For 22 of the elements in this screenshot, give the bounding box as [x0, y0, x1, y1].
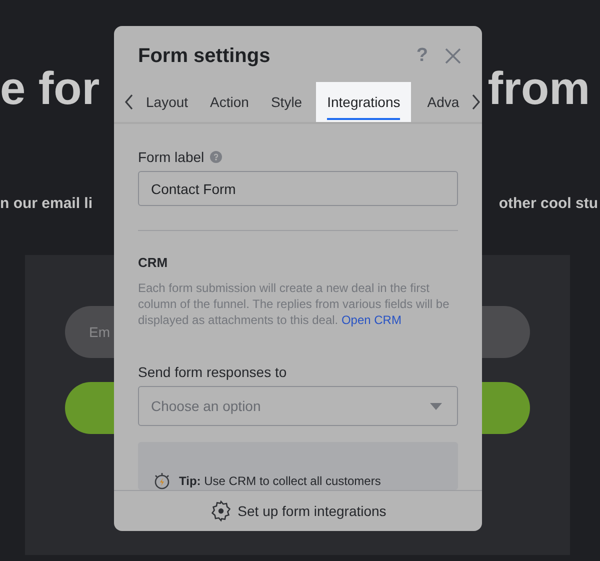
gear-icon [210, 500, 232, 522]
crm-description: Each form submission will create a new deal in the first column of the funnel. The replies from various fields will be displayed as attachments to this deal. Open CRM [138, 280, 450, 328]
dropdown-caret-icon [430, 402, 442, 410]
subheading-text: other cool stu [498, 194, 598, 214]
stopwatch-icon [153, 472, 171, 490]
tab[interactable]: Adva [415, 82, 470, 122]
chevron-right-icon[interactable] [471, 94, 482, 110]
tab[interactable]: Style [258, 82, 312, 122]
setup-integrations-button[interactable]: Set up form integrations [210, 500, 386, 522]
subheading-text: n our email li [0, 194, 93, 214]
tab[interactable]: Layout [134, 82, 198, 122]
headline-text: e for [0, 61, 100, 116]
field-label: Send form responses to [138, 364, 288, 380]
tab[interactable]: Integrations [316, 82, 412, 122]
chevron-left-icon[interactable] [124, 94, 134, 110]
headline-text: from [488, 61, 590, 116]
tab[interactable]: Action [198, 82, 259, 122]
form-label-field[interactable]: Contact Form [138, 171, 458, 206]
section-heading: CRM [138, 255, 169, 270]
field-label: Form label [138, 149, 204, 165]
dialog-title: Form settings [138, 44, 272, 68]
tip-text: Tip: Use CRM to collect all customers [179, 473, 381, 490]
